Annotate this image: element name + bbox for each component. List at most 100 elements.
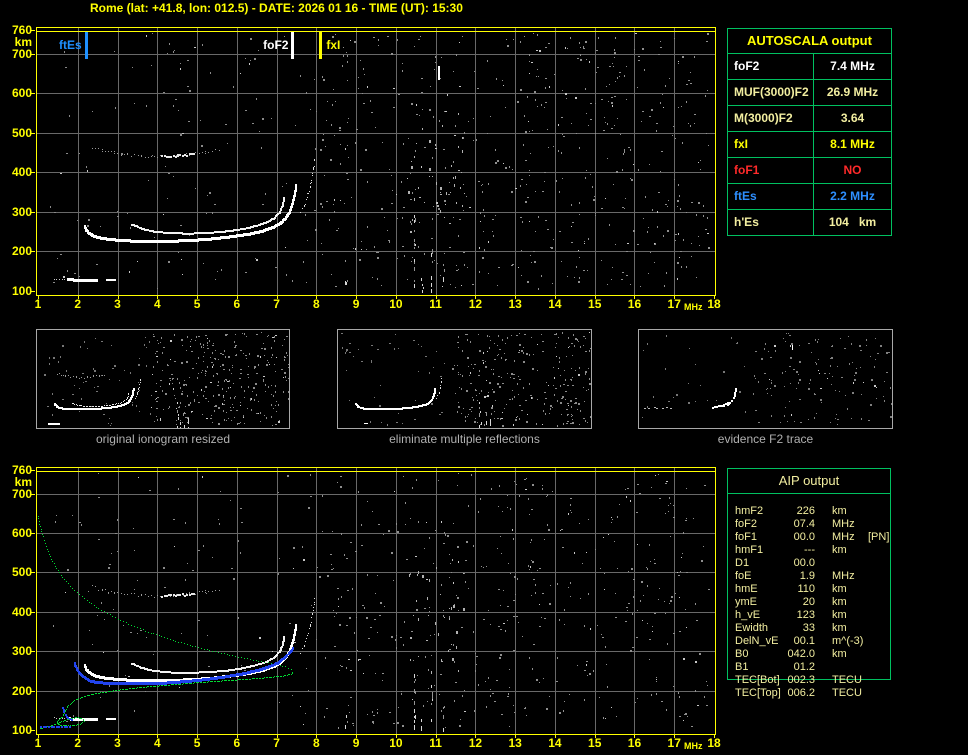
aip-row-label: foE <box>735 570 752 582</box>
autoscala-row-value: 2.2 MHz <box>830 189 875 203</box>
top-y-tick-200: 200 <box>11 244 32 259</box>
aip-row-hmE: hmE 110 km <box>735 583 885 596</box>
aip-row-value: 01.2 <box>793 661 815 673</box>
bottom-y-tick-100: 100 <box>11 723 32 737</box>
bottom-x-tick-15: 15 <box>588 736 602 750</box>
top-x-tickmark <box>674 296 675 299</box>
page-title: Rome (lat: +41.8, lon: 012.5) - DATE: 20… <box>90 1 463 15</box>
top-x-tickmark <box>396 296 397 299</box>
autoscala-row-label: M(3000)F2 <box>728 106 814 131</box>
bottom-x-tickmark <box>78 735 79 738</box>
top-x-tick-1: 1 <box>34 297 42 311</box>
top-x-tickmark <box>555 296 556 299</box>
autoscala-row-label: foF2 <box>728 54 814 79</box>
top-x-tickmark <box>714 296 715 299</box>
bottom-x-tickmark <box>515 735 516 738</box>
bottom-y-tickmark <box>31 533 35 534</box>
aip-row-hmF1: hmF1 --- km <box>735 544 885 557</box>
bottom-y-tick-300: 300 <box>11 644 32 659</box>
top-x-tickmark <box>78 296 79 299</box>
aip-row-unit: MHz <box>832 531 855 543</box>
bottom-y-tickmark <box>31 470 35 471</box>
top-y-tickmark <box>31 54 35 55</box>
marker-label-foF2: foF2 <box>263 38 289 52</box>
bottom-y-tickmark <box>31 730 35 731</box>
aip-row-hmF2: hmF2 226 km <box>735 505 885 518</box>
aip-row-label: D1 <box>735 557 750 569</box>
autoscala-row-foF2: foF2 7.4 MHz <box>728 54 891 80</box>
bottom-x-tickmark <box>118 735 119 738</box>
top-x-unit: MHz <box>684 302 703 312</box>
top-x-tickmark <box>634 296 635 299</box>
autoscala-table-rows: foF2 7.4 MHz MUF(3000)F2 26.9 MHz M(3000)F2 3… <box>728 54 891 235</box>
bottom-x-tickmark <box>555 735 556 738</box>
aip-row-value: 07.4 <box>793 518 815 530</box>
top-x-tickmark <box>38 296 39 299</box>
autoscala-window: Rome (lat: +41.8, lon: 012.5) - DATE: 20… <box>0 0 968 755</box>
top-x-tick-12: 12 <box>468 297 483 311</box>
aip-row-unit: km <box>832 583 847 595</box>
top-y-tick-400: 400 <box>11 165 32 180</box>
marker-label-ftEs: ftEs <box>59 38 82 52</box>
thumbnail-caption-2: eliminate multiple reflections <box>389 432 540 446</box>
autoscala-row-M(3000)F2: M(3000)F2 3.64 <box>728 106 891 132</box>
top-y-tick-100: 100 <box>11 284 32 298</box>
aip-row-value: 1.9 <box>799 570 815 582</box>
aip-row-unit: TECU <box>832 674 862 686</box>
bottom-x-tick-13: 13 <box>508 736 522 750</box>
bottom-y-tick-400: 400 <box>11 604 32 619</box>
top-x-tickmark <box>197 296 198 299</box>
top-y-tickmark <box>31 251 35 252</box>
bottom-x-tick-2: 2 <box>74 736 82 750</box>
top-y-tickmark <box>31 30 35 31</box>
top-x-tick-2: 2 <box>74 297 82 311</box>
top-y-tickmark <box>31 172 35 173</box>
top-x-tick-15: 15 <box>588 297 602 311</box>
aip-row-label: Ewidth <box>735 622 769 634</box>
autoscala-row-value: 26.9 MHz <box>826 85 879 99</box>
aip-row-label: DelN_vE <box>735 635 779 647</box>
aip-row-unit: TECU <box>832 687 862 699</box>
aip-row-foF2: foF2 07.4 MHz <box>735 518 885 531</box>
aip-row-foE: foE 1.9 MHz <box>735 570 885 583</box>
aip-row-unit: km <box>832 505 847 517</box>
bottom-x-tickmark <box>38 735 39 738</box>
bottom-x-tick-7: 7 <box>273 736 280 750</box>
aip-row-value: 110 <box>797 583 815 595</box>
top-x-tickmark <box>475 296 476 299</box>
thumbnail-caption-1: original ionogram resized <box>95 432 231 446</box>
bottom-x-tick-8: 8 <box>313 736 320 750</box>
aip-row-label: B1 <box>735 661 749 673</box>
top-x-tick-4: 4 <box>153 297 161 311</box>
top-y-unit: km <box>14 35 32 49</box>
top-x-tick-16: 16 <box>627 297 642 311</box>
autoscala-row-value: 8.1 MHz <box>830 137 875 151</box>
top-x-tickmark <box>436 296 437 299</box>
aip-row-unit: MHz <box>832 518 855 530</box>
aip-row-value: 20 <box>802 596 815 608</box>
aip-row-value: 042.0 <box>787 648 815 660</box>
aip-row-unit: km <box>832 622 847 634</box>
aip-row-extra: [PN] <box>868 531 890 543</box>
top-y-tickmark <box>31 93 35 94</box>
autoscala-row-label: ftEs <box>728 184 814 209</box>
bottom-x-tickmark <box>396 735 397 738</box>
top-x-tickmark <box>515 296 516 299</box>
aip-row-label: hmF1 <box>735 544 764 556</box>
top-x-tickmark <box>157 296 158 299</box>
bottom-x-tickmark <box>475 735 476 738</box>
top-x-tick-8: 8 <box>313 297 320 311</box>
aip-row-h_vE: h_vE 123 km <box>735 609 885 622</box>
top-x-tick-6: 6 <box>233 297 241 311</box>
aip-row-TEC[Top]: TEC[Top] 006.2 TECU <box>735 687 885 700</box>
top-x-tick-10: 10 <box>389 297 403 311</box>
aip-row-label: foF2 <box>735 518 758 530</box>
top-y-tickmark <box>31 212 35 213</box>
autoscala-row-label: MUF(3000)F2 <box>728 80 814 105</box>
bottom-x-tick-4: 4 <box>153 736 161 750</box>
bottom-y-tickmark <box>31 612 35 613</box>
autoscala-row-label: fxI <box>728 132 814 157</box>
autoscala-row-value: 104 km <box>828 215 877 229</box>
bottom-x-tickmark <box>157 735 158 738</box>
bottom-x-tickmark <box>197 735 198 738</box>
